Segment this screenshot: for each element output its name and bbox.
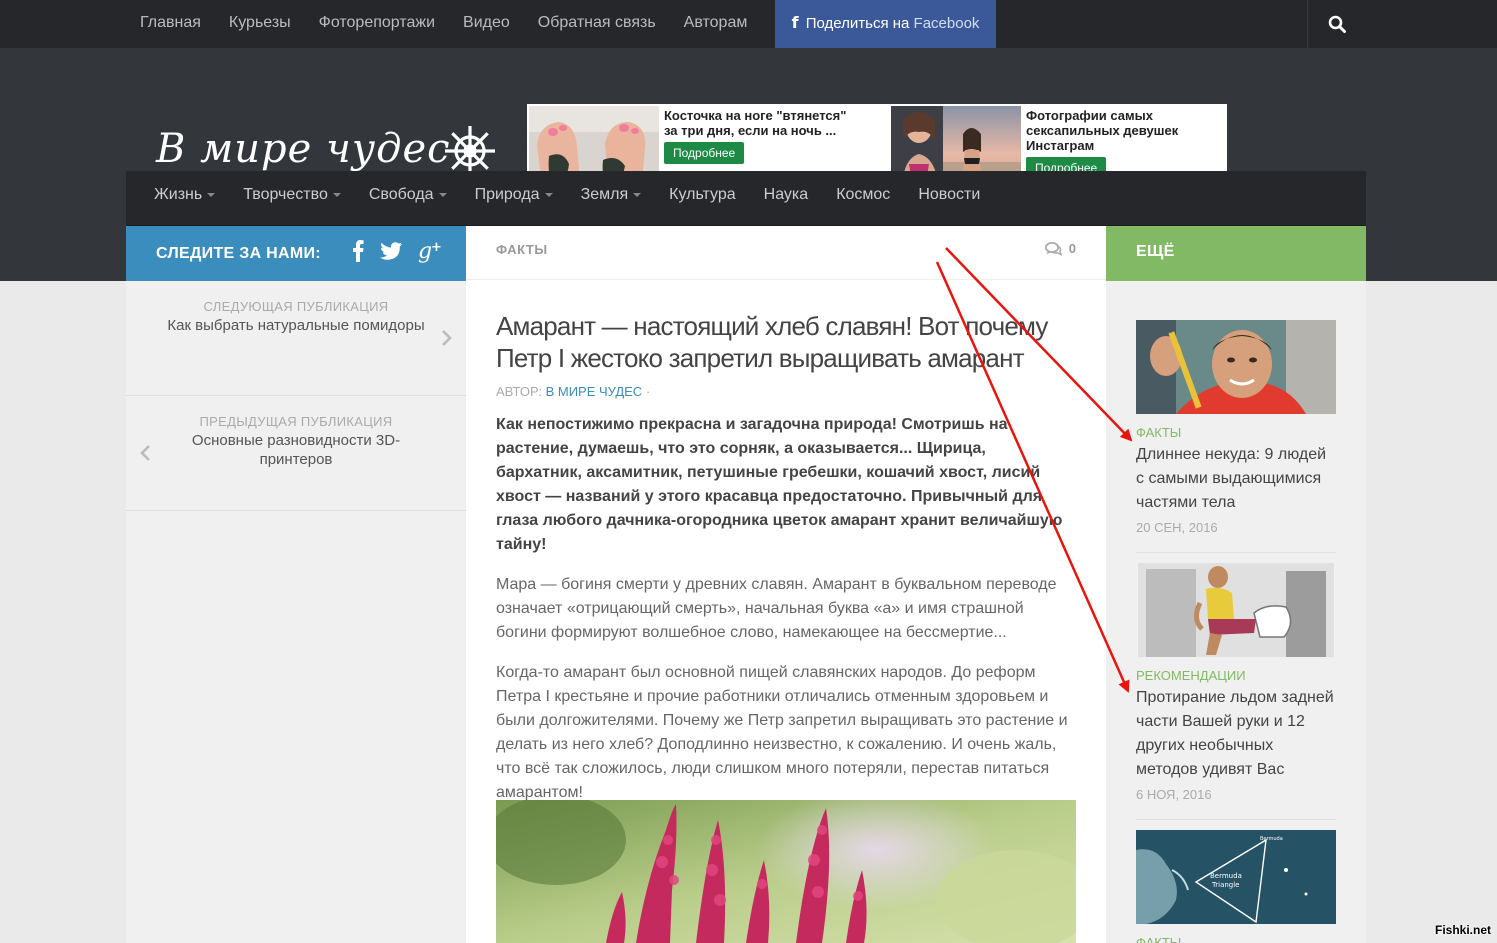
thumb-caption: Bermuda — [1260, 836, 1283, 842]
prev-post-label: ПРЕДЫДУЩАЯ ПУБЛИКАЦИЯ — [199, 414, 393, 429]
topnav-link-video[interactable]: Видео — [449, 0, 524, 48]
main-nav: Жизнь Творчество Свобода Природа Земля К… — [126, 171, 1366, 226]
search-icon — [1328, 15, 1346, 33]
topnav-link-feedback[interactable]: Обратная связь — [524, 0, 670, 48]
article-paragraph: Мара — богиня смерти у древних славян. А… — [496, 576, 1057, 641]
facebook-icon[interactable] — [352, 240, 364, 267]
divider — [1136, 552, 1336, 553]
follow-us-title: СЛЕДИТЕ ЗА НАМИ: — [156, 244, 321, 262]
chevron-down-icon — [438, 192, 447, 197]
post-date: 20 СЕН, 2016 — [1136, 520, 1218, 535]
mainnav-item-earth[interactable]: Земля — [567, 171, 656, 225]
article-lead: Как непостижимо прекрасна и загадочна пр… — [496, 416, 1063, 553]
chevron-left-icon — [140, 445, 150, 461]
chevron-right-icon — [442, 330, 452, 346]
svg-text:+: + — [431, 240, 442, 255]
ad-more-button[interactable]: Подробнее — [664, 142, 745, 164]
post-date: 6 НОЯ, 2016 — [1136, 787, 1212, 802]
thumb-caption: Triangle — [1211, 881, 1240, 889]
chevron-down-icon — [544, 192, 553, 197]
mainnav-item-space[interactable]: Космос — [822, 171, 904, 225]
post-title[interactable]: Длиннее некуда: 9 людей с самыми выдающи… — [1136, 443, 1336, 515]
site-logo[interactable]: В мире чудес — [156, 126, 451, 172]
ship-wheel-icon — [445, 126, 495, 176]
more-section-title: ЕЩЁ — [1106, 226, 1366, 281]
watermark: Fishki.net — [1434, 923, 1491, 937]
post-thumbnail[interactable]: Bermuda Triangle Bermuda — [1136, 830, 1336, 924]
top-bar: Главная Курьезы Фоторепортажи Видео Обра… — [0, 0, 1497, 48]
comments-count[interactable]: 0 — [1044, 241, 1076, 256]
mainnav-item-creativity[interactable]: Творчество — [229, 171, 355, 225]
next-post-link[interactable]: СЛЕДУЮЩАЯ ПУБЛИКАЦИЯ Как выбрать натурал… — [126, 281, 466, 396]
prev-post-title[interactable]: Основные разновидности 3D-принтеров — [186, 431, 406, 469]
left-sidebar: СЛЕДИТЕ ЗА НАМИ: g + СЛЕДУЮЩАЯ ПУБЛИКАЦИ… — [126, 226, 466, 943]
article-paragraph: Когда-то амарант был основной пищей слав… — [496, 664, 1068, 801]
svg-text:g: g — [418, 239, 432, 263]
divider — [1136, 819, 1336, 820]
mainnav-item-life[interactable]: Жизнь — [140, 171, 229, 225]
author-link[interactable]: В МИРЕ ЧУДЕС — [546, 384, 643, 399]
ad-title[interactable]: Косточка на ноге "втянется" за три дня, … — [664, 108, 859, 138]
article-byline: АВТОР: В МИРЕ ЧУДЕС · — [496, 384, 651, 399]
facebook-icon: f — [791, 13, 799, 32]
topnav-link-authors[interactable]: Авторам — [670, 0, 762, 48]
chevron-down-icon — [633, 192, 642, 197]
top-nav: Главная Курьезы Фоторепортажи Видео Обра… — [126, 0, 761, 48]
chevron-down-icon — [332, 192, 341, 197]
next-post-label: СЛЕДУЮЩАЯ ПУБЛИКАЦИЯ — [203, 299, 389, 314]
article-image-amaranth — [496, 800, 1076, 943]
next-post-title[interactable]: Как выбрать натуральные помидоры — [166, 316, 426, 335]
mainnav-item-news[interactable]: Новости — [904, 171, 994, 225]
share-prefix: Поделиться на — [805, 15, 910, 32]
article: Амарант — настоящий хлеб славян! Вот поч… — [496, 310, 1076, 805]
article-title: Амарант — настоящий хлеб славян! Вот поч… — [496, 311, 1048, 373]
facebook-share-button[interactable]: f Поделиться на Facebook — [775, 0, 996, 48]
article-category[interactable]: ФАКТЫ — [496, 242, 548, 257]
prev-post-link[interactable]: ПРЕДЫДУЩАЯ ПУБЛИКАЦИЯ Основные разновидн… — [126, 396, 466, 511]
follow-us-bar: СЛЕДИТЕ ЗА НАМИ: g + — [126, 226, 466, 281]
article-column: ФАКТЫ 0 Амарант — настоящий хлеб славян!… — [466, 226, 1106, 943]
topnav-link-home[interactable]: Главная — [126, 0, 215, 48]
topnav-link-curiosities[interactable]: Курьезы — [215, 0, 305, 48]
twitter-icon[interactable] — [380, 242, 402, 265]
post-title[interactable]: Протирание льдом задней части Вашей руки… — [1136, 686, 1336, 782]
chevron-down-icon — [207, 192, 216, 197]
sidebar-post[interactable]: ФАКТЫ Длиннее некуда: 9 людей с самыми в… — [1136, 320, 1336, 535]
mainnav-item-freedom[interactable]: Свобода — [355, 171, 461, 225]
sidebar-post[interactable]: Bermuda Triangle Bermuda ФАКТЫ — [1136, 830, 1336, 943]
mainnav-item-science[interactable]: Наука — [750, 171, 823, 225]
post-category[interactable]: РЕКОМЕНДАЦИИ — [1136, 668, 1336, 683]
post-category[interactable]: ФАКТЫ — [1136, 935, 1336, 943]
topnav-link-photo-reports[interactable]: Фоторепортажи — [305, 0, 449, 48]
thumb-caption: Bermuda — [1210, 872, 1242, 880]
post-category[interactable]: ФАКТЫ — [1136, 425, 1336, 440]
post-thumbnail[interactable] — [1136, 563, 1336, 657]
mainnav-item-nature[interactable]: Природа — [461, 171, 567, 225]
mainnav-item-culture[interactable]: Культура — [655, 171, 750, 225]
share-network: Facebook — [913, 15, 980, 32]
comments-icon — [1044, 241, 1062, 256]
google-plus-icon[interactable]: g + — [418, 239, 442, 268]
right-sidebar: ЕЩЁ ФАКТЫ Длиннее некуда: 9 людей с самы… — [1106, 226, 1366, 943]
search-button[interactable] — [1307, 0, 1365, 48]
sidebar-post[interactable]: РЕКОМЕНДАЦИИ Протирание льдом задней час… — [1136, 563, 1336, 802]
article-category-bar: ФАКТЫ 0 — [466, 226, 1106, 280]
ad-title[interactable]: Фотографии самых сексапильных девушек Ин… — [1026, 108, 1221, 153]
post-thumbnail[interactable] — [1136, 320, 1336, 414]
